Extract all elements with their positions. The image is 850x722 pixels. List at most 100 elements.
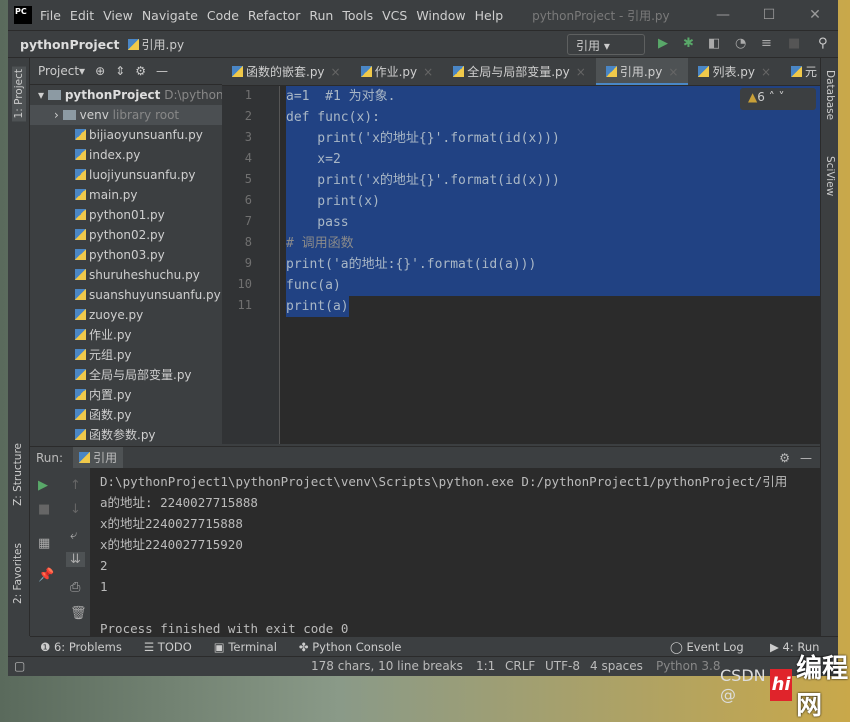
menu-view[interactable]: View (103, 8, 133, 23)
locate-icon[interactable]: ⊕ (95, 64, 105, 78)
tree-file[interactable]: 元组.py (30, 345, 222, 365)
tree-file[interactable]: 内置.py (30, 385, 222, 405)
profile-icon[interactable]: ◔ (735, 36, 746, 51)
project-tool-button[interactable]: 1: Project (12, 66, 26, 122)
code-line[interactable]: def func(x): (286, 107, 820, 128)
editor-tab[interactable]: 元 (781, 58, 820, 85)
layout-icon[interactable]: ▢ (14, 659, 25, 673)
run-tab[interactable]: 引用 (73, 447, 124, 468)
close-tab-icon[interactable]: × (668, 65, 678, 79)
menu-vcs[interactable]: VCS (382, 8, 407, 23)
tree-venv[interactable]: › venv library root (30, 105, 222, 125)
tree-file[interactable]: 函数.py (30, 405, 222, 425)
coverage-icon[interactable]: ◧ (708, 36, 720, 51)
tree-file[interactable]: shuruheshuchu.py (30, 265, 222, 285)
problems-tab[interactable]: ❶ 6: Problems (40, 640, 122, 654)
tree-file[interactable]: 全局与局部变量.py (30, 365, 222, 385)
indent[interactable]: 4 spaces (590, 659, 643, 673)
code-line[interactable]: func(a) (286, 275, 820, 296)
python-console-tab[interactable]: ✤ Python Console (299, 640, 401, 654)
collapse-icon[interactable]: ⇕ (115, 64, 125, 78)
encoding[interactable]: UTF-8 (545, 659, 580, 673)
hide-icon[interactable]: — (800, 451, 812, 465)
maximize-button[interactable]: ☐ (746, 0, 792, 30)
editor-tab[interactable]: 作业.py × (351, 58, 444, 85)
settings-icon[interactable]: ⚙ (779, 451, 790, 465)
cursor-position[interactable]: 1:1 (476, 659, 495, 673)
menu-tools[interactable]: Tools (342, 8, 373, 23)
code-line[interactable]: print(x) (286, 191, 820, 212)
down-icon[interactable]: ↓ (70, 502, 81, 517)
tree-file[interactable]: python02.py (30, 225, 222, 245)
search-icon[interactable]: ⚲ (818, 36, 828, 51)
menu-help[interactable]: Help (475, 8, 504, 23)
terminal-tab[interactable]: ▣ Terminal (214, 640, 277, 654)
close-button[interactable]: ✕ (792, 0, 838, 30)
tree-file[interactable]: suanshuyunsuanfu.py (30, 285, 222, 305)
editor-tab[interactable]: 函数的嵌套.py × (222, 58, 351, 85)
scroll-to-end-icon[interactable]: ⇊ (66, 552, 85, 567)
code-line[interactable]: print('x的地址{}'.format(id(x))) (286, 170, 820, 191)
favorites-tool-button[interactable]: 2: Favorites (12, 543, 24, 604)
code-line[interactable]: x=2 (286, 149, 820, 170)
editor-tab[interactable]: 列表.py × (688, 58, 781, 85)
tree-file[interactable]: zuoye.py (30, 305, 222, 325)
concurrency-icon[interactable]: ≡ (761, 36, 772, 51)
menu-file[interactable]: File (40, 8, 61, 23)
tree-file[interactable]: 函数参数.py (30, 425, 222, 445)
menu-refactor[interactable]: Refactor (248, 8, 300, 23)
structure-tool-button[interactable]: Z: Structure (12, 443, 24, 506)
database-tool-button[interactable]: Database (824, 70, 836, 120)
editor-tab[interactable]: 全局与局部变量.py × (443, 58, 596, 85)
sciview-tool-button[interactable]: SciView (824, 156, 836, 196)
breadcrumb-project[interactable]: pythonProject (20, 37, 120, 52)
tree-file[interactable]: python03.py (30, 245, 222, 265)
tree-file[interactable]: python01.py (30, 205, 222, 225)
close-tab-icon[interactable]: × (576, 65, 586, 79)
run-icon[interactable]: ▶ (658, 36, 668, 51)
char-count[interactable]: 178 chars, 10 line breaks (311, 659, 463, 673)
code-line[interactable]: print(a) (286, 296, 349, 317)
code-line[interactable]: print('x的地址{}'.format(id(x))) (286, 128, 820, 149)
settings-icon[interactable]: ⚙ (135, 64, 146, 78)
trash-icon[interactable]: 🗑 (70, 606, 87, 621)
editor-tab[interactable]: 引用.py × (595, 58, 689, 85)
pin-icon[interactable]: 📌 (38, 568, 54, 583)
code-line[interactable]: print('a的地址:{}'.format(id(a))) (286, 254, 820, 275)
code-line[interactable]: # 调用函数 (286, 233, 820, 254)
tree-file[interactable]: index.py (30, 145, 222, 165)
code-line[interactable]: pass (286, 212, 820, 233)
todo-tab[interactable]: ☰ TODO (144, 640, 192, 654)
tree-root[interactable]: ▾ pythonProject D:\python (30, 85, 224, 105)
rerun-icon[interactable]: ▶ (38, 478, 48, 493)
run-console[interactable]: D:\pythonProject1\pythonProject\venv\Scr… (90, 468, 820, 636)
hide-icon[interactable]: — (156, 64, 168, 78)
project-view-select[interactable]: Project▾ (38, 64, 85, 78)
tree-file[interactable]: 作业.py (30, 325, 222, 345)
menu-window[interactable]: Window (416, 8, 465, 23)
tree-file[interactable]: bijiaoyunsuanfu.py (30, 125, 222, 145)
tree-file[interactable]: luojiyunsuanfu.py (30, 165, 222, 185)
minimize-button[interactable]: — (700, 0, 746, 30)
menu-code[interactable]: Code (207, 8, 239, 23)
menu-navigate[interactable]: Navigate (142, 8, 198, 23)
stop-icon[interactable]: ■ (38, 502, 50, 517)
interpreter[interactable]: Python 3.8 (656, 659, 721, 673)
line-separator[interactable]: CRLF (505, 659, 535, 673)
breadcrumb-file[interactable]: 引用.py (127, 36, 184, 53)
stop-icon[interactable]: ■ (788, 36, 800, 51)
up-icon[interactable]: ↑ (70, 478, 81, 493)
close-tab-icon[interactable]: × (423, 65, 433, 79)
print-icon[interactable]: ⎙ (70, 580, 80, 595)
close-tab-icon[interactable]: × (761, 65, 771, 79)
menu-edit[interactable]: Edit (70, 8, 94, 23)
layout-icon[interactable]: ▦ (38, 536, 50, 551)
soft-wrap-icon[interactable]: ⤶ (70, 528, 77, 543)
run-config-select[interactable]: 引用 ▾ (567, 34, 645, 55)
close-tab-icon[interactable]: × (331, 65, 341, 79)
menu-run[interactable]: Run (309, 8, 333, 23)
debug-icon[interactable]: ✱ (683, 36, 694, 51)
inspection-widget[interactable]: ▲6 ˄ ˅ (740, 88, 816, 110)
code-editor[interactable]: 1 2 3 4 5 6 7 8 9 10 11 a=1 #1 为对象. def func(x): pr… (222, 86, 820, 444)
tree-file[interactable]: main.py (30, 185, 222, 205)
